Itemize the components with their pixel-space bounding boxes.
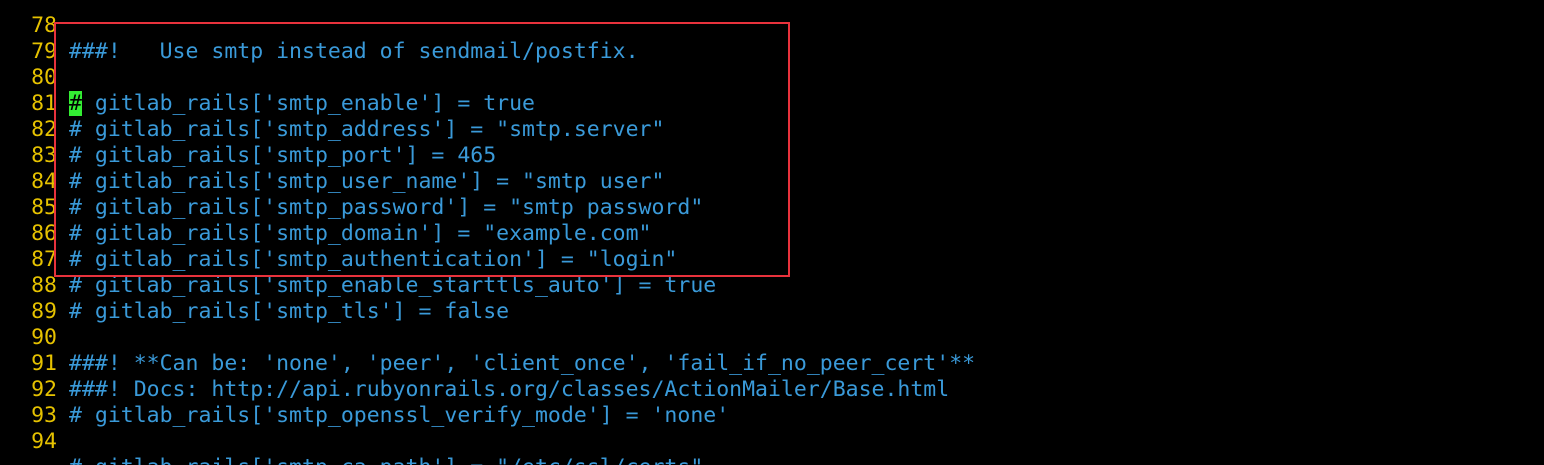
vim-editor[interactable]: 78 ###! Use smtp instead of sendmail/pos… — [0, 0, 1544, 465]
line-number: 94 — [31, 429, 57, 454]
code-line[interactable]: 86 # gitlab_rails['smtp_authentication']… — [0, 195, 1544, 272]
code-line[interactable]: 88 # gitlab_rails['smtp_tls'] = false — [0, 247, 1544, 324]
code-line[interactable]: 91 ###! Docs: http://api.rubyonrails.org… — [0, 325, 1544, 402]
code-line[interactable]: 93 — [0, 377, 1544, 428]
code-text: # gitlab_rails['smtp_ca_path'] = "/etc/s… — [69, 455, 703, 465]
code-line[interactable]: 94 # gitlab_rails['smtp_ca_path'] = "/et… — [0, 403, 1544, 465]
code-line[interactable]: 85 # gitlab_rails['smtp_domain'] = "exam… — [0, 169, 1544, 246]
code-line[interactable]: 79 — [0, 13, 1544, 64]
code-line[interactable]: 89 — [0, 273, 1544, 324]
code-line[interactable]: 78 ###! Use smtp instead of sendmail/pos… — [0, 0, 1544, 64]
code-line[interactable]: 80 # gitlab_rails['smtp_enable'] = true — [0, 39, 1544, 116]
code-line[interactable]: 83 # gitlab_rails['smtp_user_name'] = "s… — [0, 117, 1544, 194]
code-line[interactable]: 92 # gitlab_rails['smtp_openssl_verify_m… — [0, 351, 1544, 428]
code-line[interactable]: 90 ###! **Can be: 'none', 'peer', 'clien… — [0, 299, 1544, 376]
code-line[interactable]: 84 # gitlab_rails['smtp_password'] = "sm… — [0, 143, 1544, 220]
code-line[interactable]: 87 # gitlab_rails['smtp_enable_starttls_… — [0, 221, 1544, 298]
code-line[interactable]: 81 # gitlab_rails['smtp_address'] = "smt… — [0, 65, 1544, 142]
code-line[interactable]: 82 # gitlab_rails['smtp_port'] = 465 — [0, 91, 1544, 168]
